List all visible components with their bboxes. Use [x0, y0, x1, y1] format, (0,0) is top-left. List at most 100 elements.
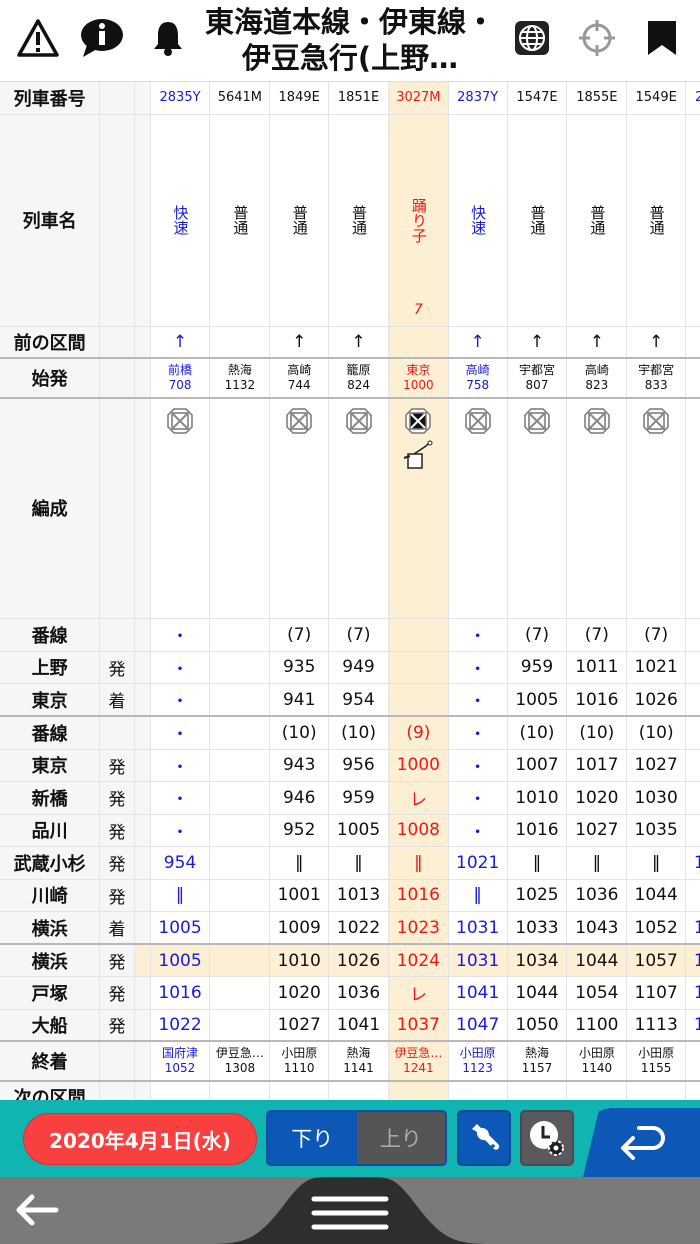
train-cell[interactable]: 1107: [626, 976, 687, 1010]
train-cell[interactable]: (10): [566, 716, 628, 750]
train-cell[interactable]: ・: [150, 651, 211, 684]
train-cell[interactable]: 1036: [328, 976, 389, 1010]
train-cell[interactable]: [388, 683, 449, 717]
train-cell[interactable]: 1016: [150, 976, 211, 1010]
train-cell[interactable]: ・: [685, 716, 700, 750]
train-cell[interactable]: 1035: [626, 814, 687, 847]
train-cell[interactable]: 1043: [566, 911, 628, 945]
train-cell[interactable]: 国府津 1052: [150, 1040, 211, 1082]
train-cell[interactable]: 1020: [566, 781, 628, 815]
train-cell[interactable]: 1033: [507, 911, 568, 945]
train-cell[interactable]: 1027: [269, 1009, 330, 1042]
train-cell[interactable]: 伊豆急… 1308: [209, 1040, 271, 1082]
train-cell[interactable]: 1010: [269, 944, 330, 977]
train-cell[interactable]: [209, 846, 271, 880]
train-cell[interactable]: 東京 1000: [388, 358, 449, 399]
train-cell[interactable]: ‖: [566, 846, 628, 880]
train-cell[interactable]: ‖: [626, 846, 687, 880]
train-cell[interactable]: 小田原 1140: [566, 1040, 628, 1082]
train-cell[interactable]: ・: [685, 651, 700, 684]
menu-handle[interactable]: [210, 1177, 490, 1244]
train-cell[interactable]: ・: [150, 716, 211, 750]
train-cell[interactable]: [507, 1080, 568, 1100]
train-cell[interactable]: 1024: [388, 944, 449, 977]
train-cell[interactable]: 高崎 744: [269, 358, 330, 399]
train-cell[interactable]: 1020: [269, 976, 330, 1010]
train-cell[interactable]: ‖: [685, 879, 700, 912]
train-cell[interactable]: 2835Y: [150, 82, 211, 115]
train-cell[interactable]: 1044: [626, 879, 687, 912]
train-cell[interactable]: [388, 1080, 449, 1100]
train-cell[interactable]: [209, 944, 271, 977]
train-cell[interactable]: 1031: [448, 944, 508, 977]
train-cell[interactable]: ・: [448, 716, 508, 750]
train-cell[interactable]: 1016: [507, 814, 568, 847]
train-cell[interactable]: (10): [626, 716, 687, 750]
train-cell[interactable]: 快速: [448, 114, 508, 327]
return-button[interactable]: [583, 1108, 700, 1177]
train-cell[interactable]: 1005: [328, 814, 389, 847]
back-arrow-icon[interactable]: [14, 1193, 60, 1227]
train-cell[interactable]: レ: [388, 781, 449, 815]
time-settings-button[interactable]: [520, 1110, 574, 1166]
train-cell[interactable]: 1101: [685, 944, 700, 977]
bookmark-icon[interactable]: [638, 14, 686, 62]
train-cell[interactable]: 籠原 824: [328, 358, 389, 399]
train-cell[interactable]: 1022: [150, 1009, 211, 1042]
train-cell[interactable]: 946: [269, 781, 330, 815]
train-cell[interactable]: 1041: [448, 976, 508, 1010]
train-cell[interactable]: 1044: [507, 976, 568, 1010]
train-cell[interactable]: 快速: [685, 114, 700, 327]
train-cell[interactable]: ・: [448, 814, 508, 847]
train-cell[interactable]: 普通: [328, 114, 389, 327]
train-cell[interactable]: (7): [328, 618, 389, 652]
train-cell[interactable]: ・: [150, 683, 211, 717]
train-cell[interactable]: ↑: [626, 326, 687, 359]
train-cell[interactable]: 1000: [388, 749, 449, 782]
train-cell[interactable]: 熱海 1157: [507, 1040, 568, 1082]
train-cell[interactable]: [209, 911, 271, 945]
train-cell[interactable]: 949: [328, 651, 389, 684]
train-cell[interactable]: [209, 683, 271, 717]
train-cell[interactable]: 普通: [209, 114, 271, 327]
train-cell[interactable]: 伊豆急… 1241: [388, 1040, 449, 1082]
train-cell[interactable]: (7): [269, 618, 330, 652]
train-cell[interactable]: 1005: [507, 683, 568, 717]
train-cell[interactable]: 1005: [150, 911, 211, 945]
up-button[interactable]: 上り: [356, 1112, 445, 1164]
train-cell[interactable]: [448, 398, 508, 619]
train-cell[interactable]: [626, 1080, 687, 1100]
train-cell[interactable]: 935: [269, 651, 330, 684]
train-cell[interactable]: 1023: [388, 911, 449, 945]
globe-icon[interactable]: [508, 14, 556, 62]
train-cell[interactable]: 1026: [328, 944, 389, 977]
train-cell[interactable]: レ: [388, 976, 449, 1010]
train-cell[interactable]: 956: [328, 749, 389, 782]
train-cell[interactable]: 普通: [566, 114, 628, 327]
train-cell[interactable]: [507, 398, 568, 619]
train-cell[interactable]: 1016: [388, 879, 449, 912]
train-cell[interactable]: [388, 326, 449, 359]
train-cell[interactable]: ↑: [269, 326, 330, 359]
train-cell[interactable]: 1050: [507, 1009, 568, 1042]
train-cell[interactable]: 954: [328, 683, 389, 717]
train-cell[interactable]: 1008: [388, 814, 449, 847]
train-cell[interactable]: 1036: [566, 879, 628, 912]
train-cell[interactable]: ・: [448, 781, 508, 815]
train-cell[interactable]: 1011: [566, 651, 628, 684]
train-cell[interactable]: 2837Y: [448, 82, 508, 115]
train-cell[interactable]: 1119: [685, 1009, 700, 1042]
train-cell[interactable]: 1849E: [269, 82, 330, 115]
train-cell[interactable]: 1054: [566, 976, 628, 1010]
train-cell[interactable]: 小田原 1155: [626, 1040, 687, 1082]
train-cell[interactable]: [328, 1080, 389, 1100]
train-cell[interactable]: [685, 1080, 700, 1100]
train-cell[interactable]: 1009: [269, 911, 330, 945]
train-cell[interactable]: 宇都宮 833: [626, 358, 687, 399]
train-cell[interactable]: 宇都宮 807: [507, 358, 568, 399]
train-cell[interactable]: ・: [150, 814, 211, 847]
train-cell[interactable]: ‖: [328, 846, 389, 880]
train-cell[interactable]: ・: [150, 749, 211, 782]
train-cell[interactable]: 小田原 1110: [269, 1040, 330, 1082]
train-cell[interactable]: ・: [685, 814, 700, 847]
